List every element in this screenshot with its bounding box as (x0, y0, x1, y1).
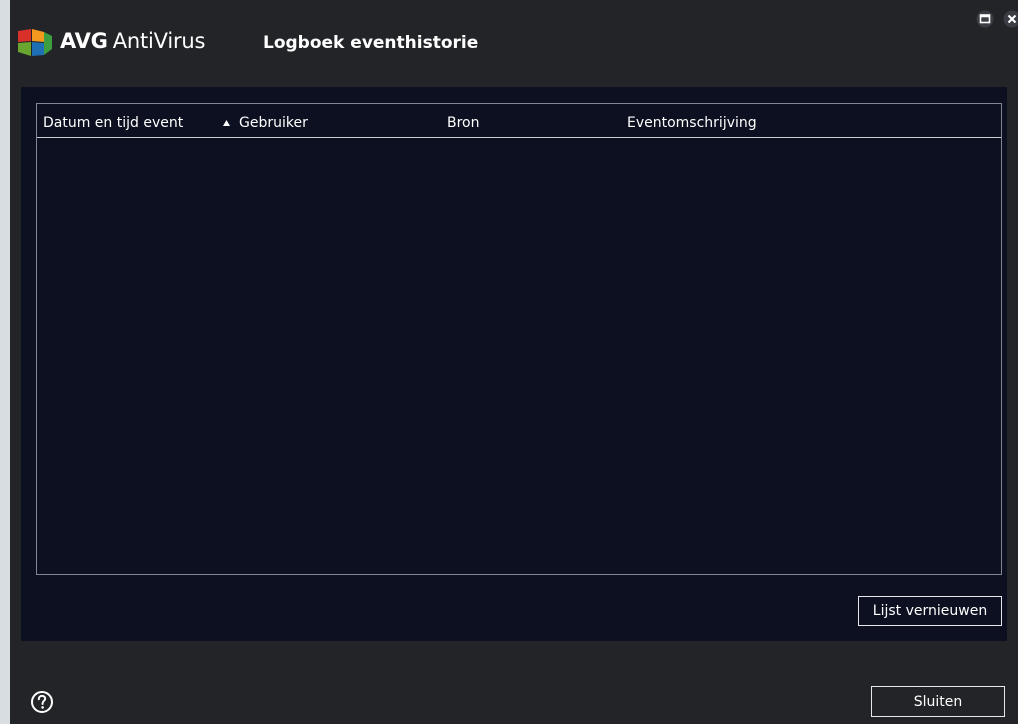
event-history-table[interactable]: Datum en tijd event Gebruiker Bron Event… (36, 103, 1002, 575)
brand-product: AntiVirus (112, 29, 206, 53)
column-header-description[interactable]: Eventomschrijving (627, 115, 757, 131)
app-brand: AVG AntiVirus (60, 29, 205, 53)
maximize-icon[interactable] (976, 10, 994, 28)
table-header: Datum en tijd event Gebruiker Bron Event… (37, 104, 1001, 138)
column-header-datetime[interactable]: Datum en tijd event (43, 115, 183, 131)
avg-dialog-window: AVG AntiVirus Logboek eventhistorie Datum… (10, 0, 1018, 724)
dialog-title: Logboek eventhistorie (263, 33, 479, 53)
help-icon[interactable] (30, 690, 54, 714)
table-body (37, 138, 1001, 574)
brand-avg: AVG (60, 29, 108, 53)
close-icon[interactable] (1003, 10, 1018, 28)
title-bar[interactable]: AVG AntiVirus Logboek eventhistorie (10, 0, 1018, 86)
column-header-source[interactable]: Bron (447, 115, 480, 131)
sort-ascending-icon (223, 120, 230, 126)
content-panel: Datum en tijd event Gebruiker Bron Event… (21, 87, 1007, 641)
avg-logo-icon (18, 29, 52, 56)
refresh-list-button[interactable]: Lijst vernieuwen (858, 596, 1002, 626)
close-button[interactable]: Sluiten (871, 686, 1005, 717)
column-header-user[interactable]: Gebruiker (239, 115, 308, 131)
